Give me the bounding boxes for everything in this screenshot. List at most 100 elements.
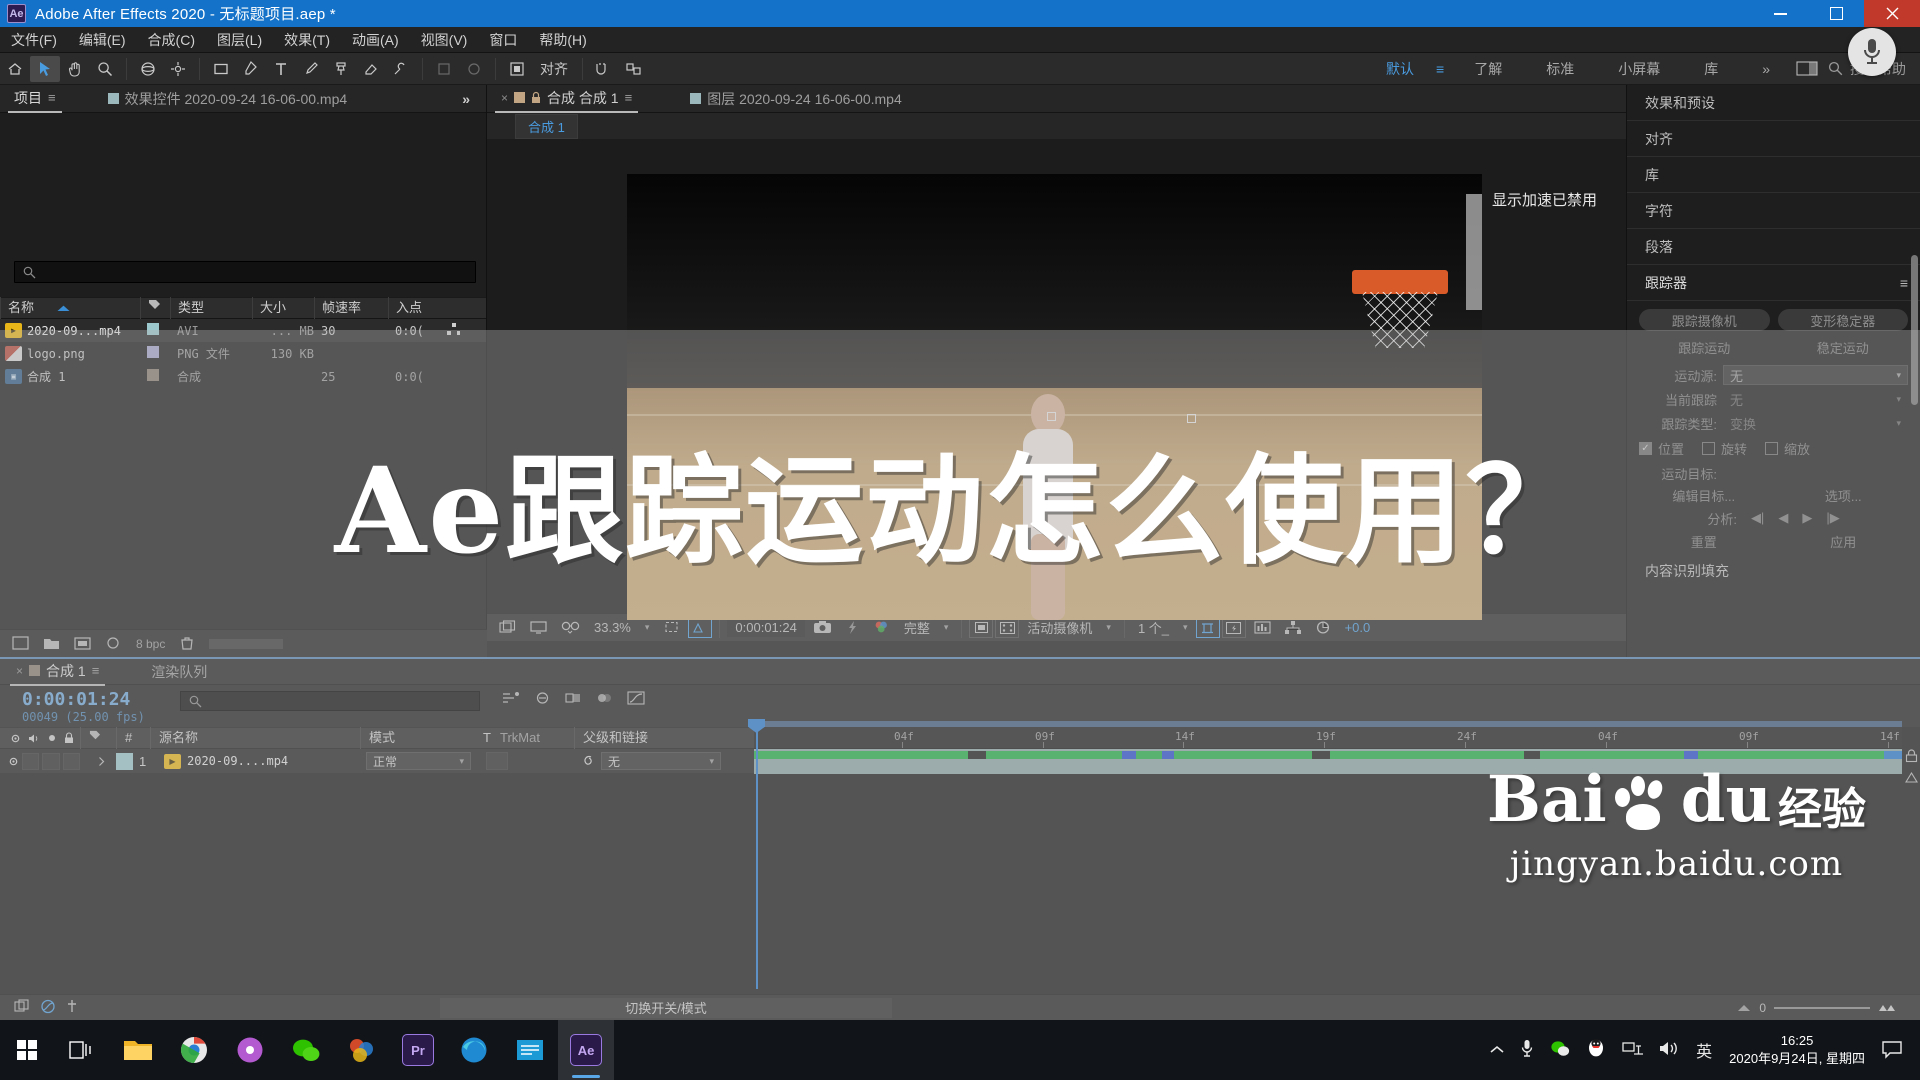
pen-tool-icon[interactable] xyxy=(236,56,266,82)
layer-blend-mode-select[interactable]: 正常 ▾ xyxy=(366,752,471,770)
table-row[interactable]: ▣ 合成 1 合成 25 0:0( xyxy=(0,365,486,388)
align-panel-icon[interactable] xyxy=(502,56,532,82)
monitor-icon[interactable] xyxy=(524,617,553,639)
column-framerate[interactable]: 帧速率 xyxy=(314,297,388,319)
menu-file[interactable]: 文件(F) xyxy=(0,27,68,53)
current-track-select[interactable]: 无 ▾ xyxy=(1723,389,1908,409)
panel-libraries[interactable]: 库 xyxy=(1627,157,1920,193)
panel-menu-icon[interactable]: ≡ xyxy=(1900,275,1908,291)
zoom-handle[interactable]: 0 xyxy=(1759,1001,1766,1015)
table-row[interactable]: 1 ▶ 2020-09....mp4 正常 ▾ 无 ▾ xyxy=(0,749,754,774)
eraser-tool-icon[interactable] xyxy=(356,56,386,82)
current-timecode[interactable]: 0:00:01:24 xyxy=(727,618,805,637)
volume-icon[interactable] xyxy=(1659,1040,1679,1060)
maximize-button[interactable] xyxy=(1808,0,1864,27)
layer-visibility-icon[interactable] xyxy=(8,756,19,767)
toggle-switches-modes-button[interactable]: 切换开关/模式 xyxy=(440,997,892,1018)
windows-start-icon[interactable] xyxy=(0,1020,54,1080)
workspace-standard[interactable]: 标准 xyxy=(1524,59,1596,79)
new-composition-icon[interactable] xyxy=(12,636,29,651)
track-motion-button[interactable]: 跟踪运动 xyxy=(1639,337,1770,357)
label-swatch[interactable] xyxy=(147,346,159,358)
menu-view[interactable]: 视图(V) xyxy=(410,27,479,53)
brush-tool-icon[interactable] xyxy=(296,56,326,82)
always-preview-icon[interactable] xyxy=(493,617,522,639)
close-button[interactable] xyxy=(1864,0,1920,27)
menu-edit[interactable]: 编辑(E) xyxy=(68,27,137,53)
timeline-anchor-icon[interactable] xyxy=(66,999,78,1017)
fast-previews-icon[interactable] xyxy=(1221,617,1246,638)
layer-trkmat-toggle[interactable] xyxy=(486,752,508,770)
after-effects-icon[interactable]: Ae xyxy=(558,1020,614,1080)
workspace-overflow[interactable]: » xyxy=(1740,61,1792,77)
text-editor-icon[interactable] xyxy=(502,1020,558,1080)
menu-layer[interactable]: 图层(L) xyxy=(206,27,273,53)
close-tab-icon[interactable]: × xyxy=(501,91,508,105)
text-tool-icon[interactable] xyxy=(266,56,296,82)
source-name-header[interactable]: 源名称 xyxy=(150,727,360,749)
layer-number-header[interactable]: # xyxy=(116,727,150,749)
label-color-header[interactable] xyxy=(80,727,116,749)
tab-project[interactable]: 项目 ≡ xyxy=(8,85,62,113)
track-matte-t-header[interactable]: T xyxy=(478,727,496,749)
close-tab-icon[interactable]: × xyxy=(16,664,23,678)
zoom-track[interactable] xyxy=(1774,1006,1870,1009)
camera-dropdown-icon[interactable]: ▾ xyxy=(1100,622,1117,633)
views-dropdown-icon[interactable]: ▾ xyxy=(1177,622,1194,633)
file-explorer-icon[interactable] xyxy=(110,1020,166,1080)
right-panel-scrollbar[interactable] xyxy=(1911,255,1918,405)
pixel-aspect-correction-icon[interactable] xyxy=(1195,617,1220,638)
selection-tool-icon[interactable] xyxy=(30,55,60,82)
premiere-pro-icon[interactable]: Pr xyxy=(390,1020,446,1080)
audio-icon[interactable] xyxy=(28,733,40,744)
panel-effects-and-presets[interactable]: 效果和预设 xyxy=(1627,85,1920,121)
qq-tray-icon[interactable] xyxy=(1587,1039,1605,1061)
lock-icon[interactable] xyxy=(64,732,74,744)
panel-align[interactable]: 对齐 xyxy=(1627,121,1920,157)
tab-timeline-composition[interactable]: × 合成 1 ≡ xyxy=(10,658,106,686)
snapping-icon[interactable] xyxy=(589,56,619,82)
graph-editor-icon[interactable] xyxy=(627,691,645,708)
trkmat-header[interactable]: TrkMat xyxy=(496,727,574,749)
exposure-value[interactable]: +0.0 xyxy=(1339,620,1377,635)
notification-icon[interactable] xyxy=(1882,1040,1902,1061)
grid-guides-icon[interactable] xyxy=(995,617,1020,638)
bit-depth-label[interactable]: 8 bpc xyxy=(136,637,165,651)
graph-editor-toggle-icon[interactable] xyxy=(40,999,56,1017)
trash-icon[interactable] xyxy=(179,636,195,651)
table-row[interactable]: ▶ 2020-09...mp4 AVI ... MB 30 0:0( xyxy=(0,319,486,342)
menu-effect[interactable]: 效果(T) xyxy=(273,27,341,53)
table-row[interactable]: logo.png PNG 文件 130 KB xyxy=(0,342,486,365)
motion-source-select[interactable]: 无 ▾ xyxy=(1723,365,1908,385)
microphone-overlay-icon[interactable] xyxy=(1848,28,1896,76)
panel-paragraph[interactable]: 段落 xyxy=(1627,229,1920,265)
timeline-lock-icon[interactable] xyxy=(1905,749,1918,766)
network-icon[interactable] xyxy=(1622,1041,1644,1060)
eye-icon[interactable] xyxy=(10,733,21,744)
label-swatch[interactable] xyxy=(147,323,159,335)
panel-menu-icon[interactable]: ≡ xyxy=(92,663,100,678)
zoom-dropdown-icon[interactable]: ▾ xyxy=(639,622,656,633)
column-label-color[interactable] xyxy=(140,297,170,319)
align-label[interactable]: 对齐 xyxy=(532,59,576,79)
snapping-options-icon[interactable] xyxy=(619,56,649,82)
menu-animation[interactable]: 动画(A) xyxy=(341,27,410,53)
label-swatch[interactable] xyxy=(147,369,159,381)
parent-and-link-header[interactable]: 父级和链接 xyxy=(574,727,724,749)
camera-value[interactable]: 活动摄像机 xyxy=(1021,618,1098,637)
timeline-comment-icon[interactable] xyxy=(1905,771,1918,789)
workspace-default[interactable]: 默认 xyxy=(1364,59,1436,79)
color-depth-icon[interactable] xyxy=(105,636,122,651)
workspace-library[interactable]: 库 xyxy=(1682,59,1740,79)
column-inpoint[interactable]: 入点 xyxy=(388,297,450,319)
layer-parent-select[interactable]: 无 ▾ xyxy=(601,752,721,770)
column-type[interactable]: 类型 xyxy=(170,297,252,319)
stabilize-motion-button[interactable]: 稳定运动 xyxy=(1778,337,1909,357)
media-player-icon[interactable] xyxy=(222,1020,278,1080)
photoshop-elements-icon[interactable] xyxy=(334,1020,390,1080)
solo-icon[interactable] xyxy=(47,733,57,743)
menu-window[interactable]: 窗口 xyxy=(478,27,528,53)
puppet-tool-icon[interactable] xyxy=(429,56,459,82)
workspace-learn[interactable]: 了解 xyxy=(1452,59,1524,79)
project-settings-icon[interactable] xyxy=(74,636,91,651)
